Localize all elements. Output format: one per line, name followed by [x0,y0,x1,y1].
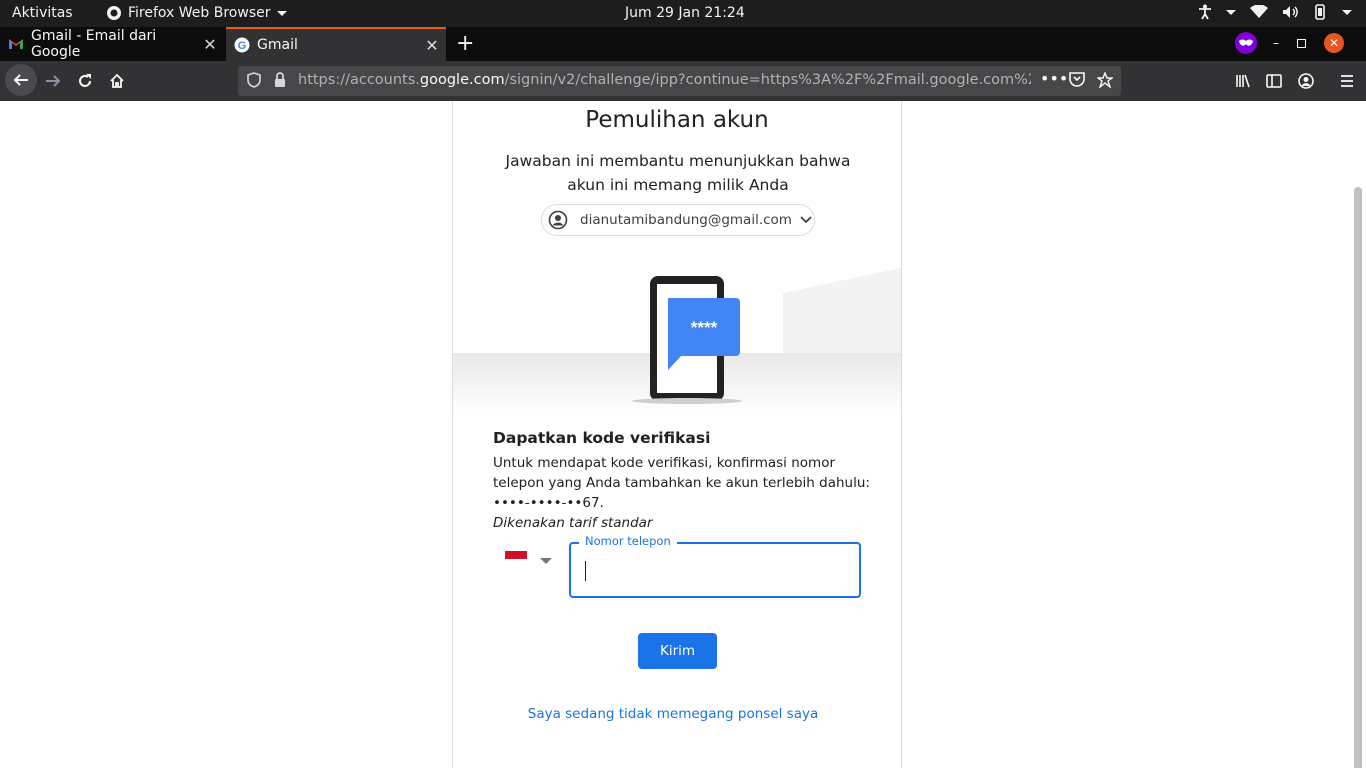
url-path: /signin/v2/challenge/ipp?continue=https%… [504,72,1031,88]
activities-button[interactable]: Aktivitas [12,5,73,21]
phone-device-icon[interactable] [1312,4,1328,20]
arrow-right-icon [46,75,61,87]
account-button[interactable] [1291,66,1321,96]
phone-number-input[interactable]: Nomor telepon [569,534,861,598]
page-subtitle: Jawaban ini membantu menunjukkan bahwa a… [505,152,851,194]
sidebar-toggle-button[interactable] [1259,66,1289,96]
system-top-bar: Aktivitas Firefox Web Browser Jum 29 Jan… [0,0,1366,27]
page-title: Pemulihan akun [585,107,769,133]
close-tab-icon[interactable]: ✕ [422,36,442,55]
sidebar-icon [1266,74,1282,88]
window-controls: – ✕ [1273,33,1344,53]
system-tray[interactable] [1198,4,1352,20]
tracking-shield-icon[interactable] [247,72,261,92]
phone-number-label: Nomor telepon [579,534,677,548]
library-button[interactable] [1228,66,1258,96]
tab-gmail-email[interactable]: Gmail - Email dari Google ✕ [0,27,224,61]
reload-button[interactable] [70,66,100,96]
lock-icon[interactable] [274,72,286,92]
account-circle-icon [548,210,568,230]
reload-icon [79,74,91,87]
svg-text:G: G [238,40,247,52]
accessibility-icon[interactable] [1198,4,1212,20]
volume-icon[interactable] [1282,5,1298,19]
description: Untuk mendapat kode verifikasi, konfirma… [493,453,873,533]
minimize-icon[interactable]: – [1273,36,1279,50]
country-dropdown-icon[interactable] [540,558,552,564]
maximize-icon[interactable] [1297,38,1306,48]
tab-title: Gmail [257,37,298,53]
tab-title: Gmail - Email dari Google [31,28,157,60]
close-tab-icon[interactable]: ✕ [200,35,220,54]
forward-button[interactable] [38,66,68,96]
chevron-down-icon[interactable] [1226,9,1236,15]
gmail-icon [8,36,24,52]
account-chip[interactable]: dianutamibandung@gmail.com [541,204,815,236]
description-text: Untuk mendapat kode verifikasi, konfirma… [493,455,870,511]
app-menu[interactable]: Firefox Web Browser [106,5,287,21]
home-button[interactable] [102,66,132,96]
illustration-code: **** [691,318,718,337]
back-button[interactable] [5,64,37,96]
chevron-down-icon [800,216,812,224]
rate-note: Dikenakan tarif standar [493,515,653,531]
account-recovery-card: Pemulihan akun Jawaban ini membantu menu… [452,101,902,768]
page-scrollbar[interactable] [1354,187,1362,768]
private-browsing-icon [1235,32,1257,54]
url-host: google.com [419,72,505,88]
google-g-icon: G [234,37,250,53]
new-tab-plus-icon[interactable]: + [456,31,474,56]
url-bar[interactable]: https://accounts.google.com/signin/v2/ch… [238,66,1121,96]
phone-illustration: **** [453,268,901,413]
chevron-down-icon[interactable] [1342,9,1352,15]
section-title: Dapatkan kode verifikasi [493,429,711,447]
library-icon [1236,74,1250,88]
app-menu-label: Firefox Web Browser [128,5,271,21]
tab-bar: Gmail - Email dari Google ✕ G Gmail ✕ + … [0,27,1366,61]
url-text[interactable]: https://accounts.google.com/signin/v2/ch… [298,72,1031,88]
account-email: dianutamibandung@gmail.com [580,212,792,228]
page-actions-icon[interactable]: ••• [1040,69,1068,88]
menu-button[interactable] [1332,66,1362,96]
hamburger-menu-icon [1341,75,1353,87]
arrow-left-icon [13,74,28,86]
account-icon [1298,73,1314,89]
submit-button[interactable]: Kirim [638,633,717,669]
pocket-icon[interactable] [1069,72,1085,91]
country-flag-indonesia[interactable] [505,551,527,567]
url-prefix: https://accounts. [298,72,420,88]
text-cursor [585,561,586,581]
no-phone-link[interactable]: Saya sedang tidak memegang ponsel saya [453,706,893,722]
page-content: Pemulihan akun Jawaban ini membantu menu… [0,101,1366,768]
home-icon [110,73,124,88]
wifi-icon[interactable] [1250,5,1268,19]
firefox-icon [107,6,121,20]
chevron-down-icon [276,10,287,16]
nav-toolbar: https://accounts.google.com/signin/v2/ch… [0,61,1366,101]
tab-gmail[interactable]: G Gmail ✕ [226,27,446,61]
bookmark-star-icon[interactable] [1095,71,1115,92]
clock[interactable]: Jum 29 Jan 21:24 [625,5,745,21]
close-window-icon[interactable]: ✕ [1324,33,1344,53]
